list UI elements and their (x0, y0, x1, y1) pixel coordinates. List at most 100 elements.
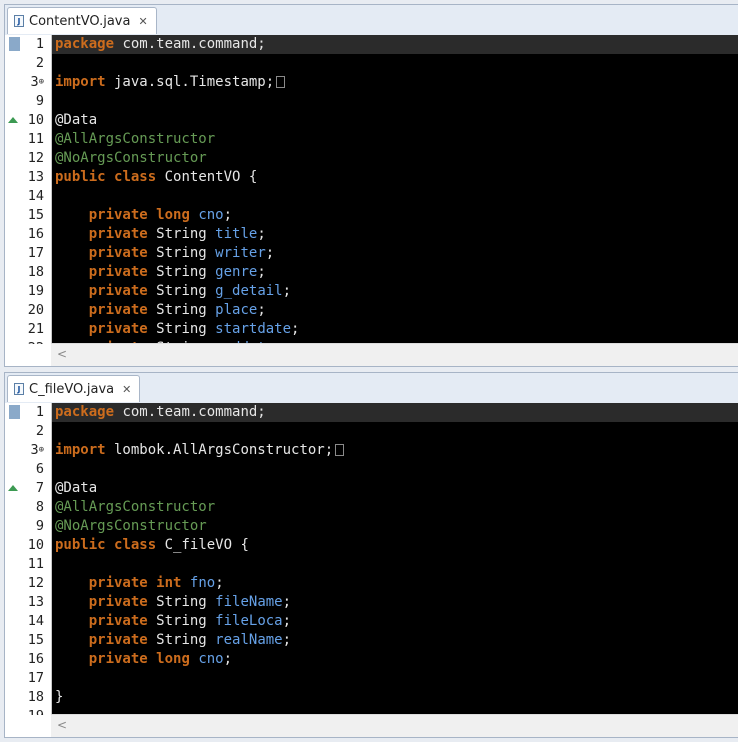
line-number: 11 (27, 556, 44, 572)
code-line[interactable]: 7 @Data (5, 479, 738, 498)
code-line[interactable]: 14 private String fileLoca; (5, 612, 738, 631)
tab-title: C_fileVO.java (29, 381, 115, 397)
code-line[interactable]: 15 private String realName; (5, 631, 738, 650)
line-number: 7 (35, 480, 44, 496)
code-text: @AllArgsConstructor (55, 131, 216, 147)
editor-tabbar: J C_fileVO.java ✕ (5, 373, 738, 404)
code-line[interactable]: 17 private String writer; (5, 244, 738, 263)
tab-title: ContentVO.java (29, 13, 131, 29)
code-editor-area[interactable]: 1 package com.team.command; 2 3⊕ import lomb… (5, 403, 738, 716)
code-line[interactable]: 14 (5, 187, 738, 206)
code-line[interactable]: 13 private String fileName; (5, 593, 738, 612)
line-number: 17 (27, 245, 44, 261)
tab-contentvo-java[interactable]: J ContentVO.java ✕ (7, 7, 157, 34)
folded-code-icon[interactable] (335, 444, 345, 456)
scroll-left-icon[interactable]: < (57, 718, 67, 732)
code-line[interactable]: 6 (5, 460, 738, 479)
code-line[interactable]: 1 package com.team.command; (5, 35, 738, 54)
code-text: private String place; (88, 302, 266, 318)
java-file-icon: J (14, 383, 24, 395)
code-line[interactable]: 19 private String g_detail; (5, 282, 738, 301)
code-text: public class C_fileVO { (55, 537, 249, 553)
line-number: 1 (35, 404, 44, 420)
code-text: package com.team.command; (55, 36, 266, 52)
code-text: @Data (55, 112, 98, 128)
line-number: 12 (27, 575, 44, 591)
code-line[interactable]: 12 private int fno; (5, 574, 738, 593)
editor-tabbar: J ContentVO.java ✕ (5, 5, 738, 36)
line-number: 19 (27, 283, 44, 299)
code-text: @AllArgsConstructor (55, 499, 216, 515)
line-number: 9 (35, 518, 44, 534)
code-text: private String fileLoca; (88, 613, 292, 629)
line-number: 16 (27, 226, 44, 242)
code-line[interactable]: 9 (5, 92, 738, 111)
gutter-corner (5, 715, 51, 737)
code-line[interactable]: 18 private String genre; (5, 263, 738, 282)
code-line[interactable]: 2 (5, 422, 738, 441)
code-editor-area[interactable]: 1 package com.team.command; 2 3⊕ import java… (5, 35, 738, 346)
code-line[interactable]: 10 @Data (5, 111, 738, 130)
code-text: private int fno; (88, 575, 224, 591)
editor-c-filevo: J C_fileVO.java ✕ 1 package com.team.comm… (4, 372, 738, 738)
close-tab-icon[interactable]: ✕ (122, 383, 131, 396)
code-line[interactable]: 10 public class C_fileVO { (5, 536, 738, 555)
scroll-left-icon[interactable]: < (57, 347, 67, 361)
code-text: private long cno; (88, 651, 233, 667)
gutter-corner (5, 344, 51, 366)
code-text: private String startdate; (88, 321, 300, 337)
code-text: private String fileName; (88, 594, 292, 610)
code-text: } (55, 689, 64, 705)
line-number: 18 (27, 264, 44, 280)
code-line[interactable]: 8 @AllArgsConstructor (5, 498, 738, 517)
code-line[interactable]: 9 @NoArgsConstructor (5, 517, 738, 536)
code-line[interactable]: 21 private String startdate; (5, 320, 738, 339)
code-line[interactable]: 17 (5, 669, 738, 688)
line-number: 15 (27, 207, 44, 223)
code-text: import java.sql.Timestamp; (55, 73, 286, 92)
line-number: 21 (27, 321, 44, 337)
line-number: 2 (35, 423, 44, 439)
line-number: 14 (27, 613, 44, 629)
horizontal-scrollbar[interactable]: < (51, 343, 738, 366)
folded-code-icon[interactable] (276, 76, 286, 88)
code-line[interactable]: 20 private String place; (5, 301, 738, 320)
editor-contentvo: J ContentVO.java ✕ 1 package com.team.com… (4, 4, 738, 367)
line-number: 15 (27, 632, 44, 648)
code-text: private String realName; (88, 632, 292, 648)
line-number: 3⊕ (30, 74, 44, 90)
code-text: public class ContentVO { (55, 169, 258, 185)
code-line[interactable]: 16 private long cno; (5, 650, 738, 669)
line-number: 11 (27, 131, 44, 147)
code-text: import lombok.AllArgsConstructor; (55, 441, 345, 460)
code-text: private long cno; (88, 207, 233, 223)
line-number: 3⊕ (30, 442, 44, 458)
code-line[interactable]: 13 public class ContentVO { (5, 168, 738, 187)
horizontal-scrollbar[interactable]: < (51, 714, 738, 737)
line-number: 10 (27, 537, 44, 553)
tab-c-filevo-java[interactable]: J C_fileVO.java ✕ (7, 375, 141, 402)
code-text: package com.team.command; (55, 404, 266, 420)
line-number: 1 (35, 36, 44, 52)
code-line[interactable]: 12 @NoArgsConstructor (5, 149, 738, 168)
code-line[interactable]: 16 private String title; (5, 225, 738, 244)
code-line[interactable]: 2 (5, 54, 738, 73)
line-number: 13 (27, 594, 44, 610)
code-line[interactable]: 15 private long cno; (5, 206, 738, 225)
code-line[interactable]: 11 (5, 555, 738, 574)
code-line[interactable]: 3⊕ import java.sql.Timestamp; (5, 73, 738, 92)
expand-fold-icon[interactable]: ⊕ (39, 445, 44, 455)
code-text: @NoArgsConstructor (55, 150, 207, 166)
close-tab-icon[interactable]: ✕ (138, 15, 147, 28)
line-number: 9 (35, 93, 44, 109)
line-number: 16 (27, 651, 44, 667)
line-number: 6 (35, 461, 44, 477)
line-number: 14 (27, 188, 44, 204)
code-text: @NoArgsConstructor (55, 518, 207, 534)
expand-fold-icon[interactable]: ⊕ (39, 77, 44, 87)
line-number: 12 (27, 150, 44, 166)
code-line[interactable]: 11 @AllArgsConstructor (5, 130, 738, 149)
code-line[interactable]: 1 package com.team.command; (5, 403, 738, 422)
code-line[interactable]: 3⊕ import lombok.AllArgsConstructor; (5, 441, 738, 460)
code-line[interactable]: 18} (5, 688, 738, 707)
